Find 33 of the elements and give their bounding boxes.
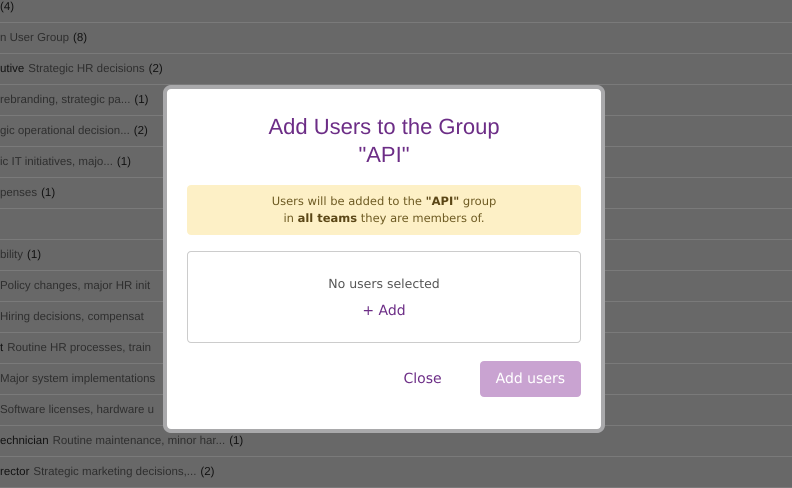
role-description: rebranding, strategic pa... bbox=[0, 94, 130, 106]
dialog-title: Add Users to the Group "API" bbox=[267, 113, 501, 169]
add-link[interactable]: + Add bbox=[362, 302, 406, 318]
user-count: (2) bbox=[148, 63, 163, 75]
role-description: ic IT initiatives, majo... bbox=[0, 156, 113, 168]
role-name: echnician bbox=[0, 435, 49, 447]
role-description: Major system implementations bbox=[0, 373, 156, 385]
role-name: rector bbox=[0, 466, 30, 478]
user-count: (2) bbox=[200, 466, 214, 478]
role-description: gic operational decision... bbox=[0, 125, 130, 137]
role-description: penses bbox=[0, 187, 38, 199]
user-count: (1) bbox=[229, 435, 244, 447]
user-count: (8) bbox=[73, 32, 88, 44]
role-description: Strategic marketing decisions,... bbox=[33, 466, 196, 478]
role-description: Hiring decisions, compensat bbox=[0, 311, 144, 323]
role-name: t bbox=[0, 342, 4, 354]
empty-message: No users selected bbox=[328, 276, 440, 290]
role-description: Software licenses, hardware u bbox=[0, 404, 154, 416]
role-description: n User Group bbox=[0, 32, 70, 44]
role-description: Policy changes, major HR init bbox=[0, 280, 150, 292]
role-description: bility bbox=[0, 249, 24, 261]
user-count: (1) bbox=[116, 156, 131, 168]
notice-banner: Users will be added to the "API" group in all teams they are members of. bbox=[187, 185, 581, 235]
user-count: (1) bbox=[41, 187, 56, 199]
role-description: Routine maintenance, minor har... bbox=[52, 435, 226, 447]
role-name: utive bbox=[0, 63, 24, 75]
user-count: (4) bbox=[0, 1, 14, 13]
close-button[interactable]: Close bbox=[387, 361, 458, 397]
user-count: (1) bbox=[27, 249, 42, 261]
role-description: Routine HR processes, train bbox=[7, 342, 152, 354]
user-count: (1) bbox=[134, 94, 148, 106]
user-count: (2) bbox=[134, 125, 148, 137]
role-description: Strategic HR decisions bbox=[28, 63, 145, 75]
